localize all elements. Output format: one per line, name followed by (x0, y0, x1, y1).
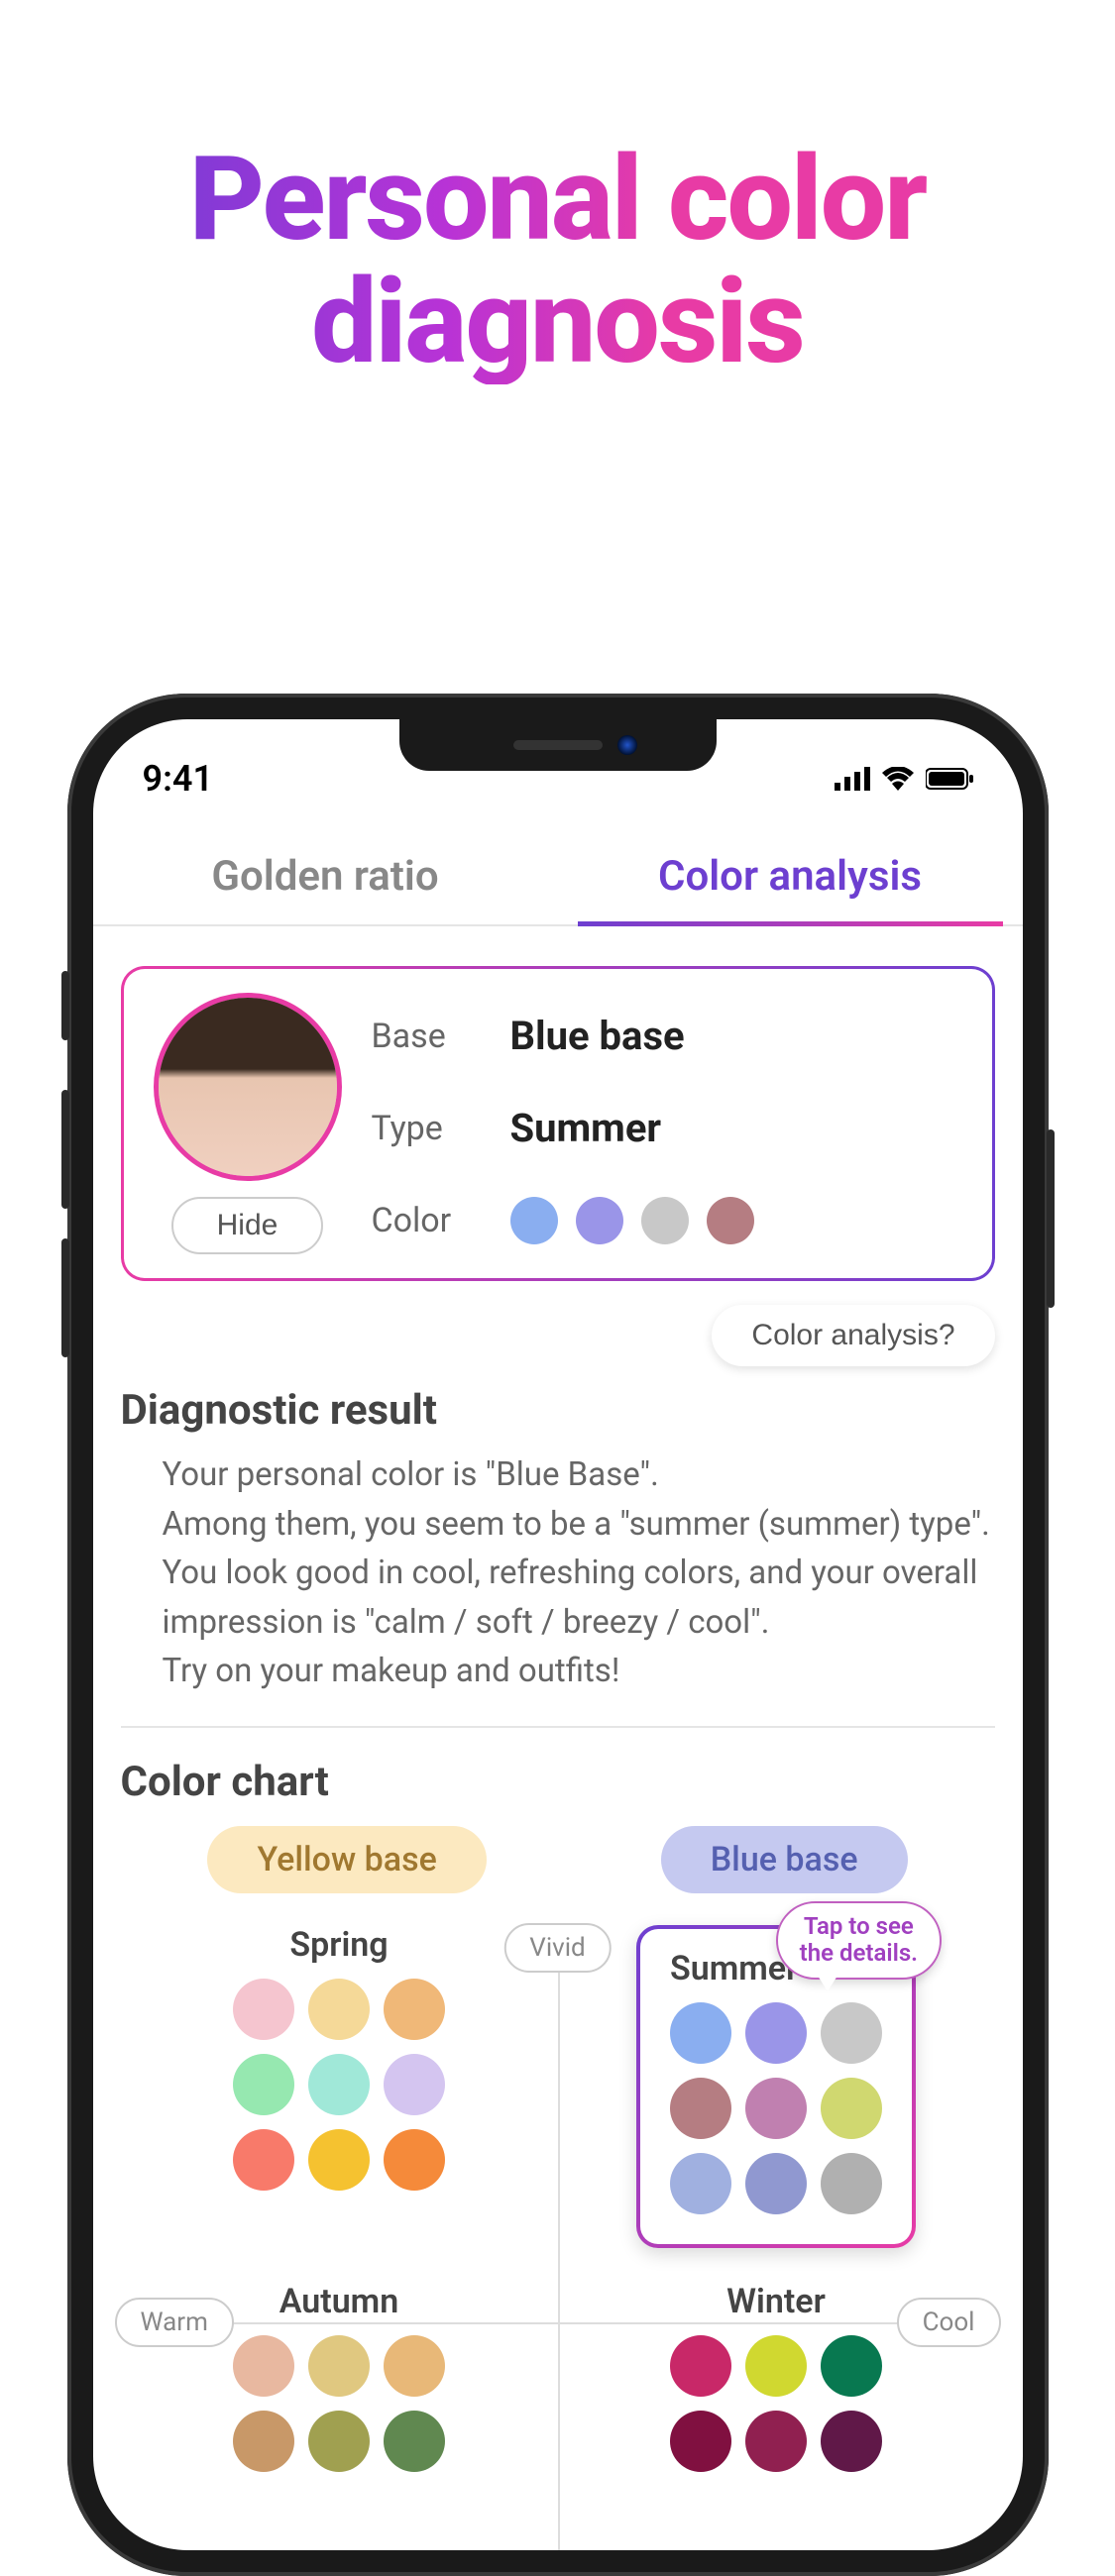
blue-base-pill: Blue base (661, 1826, 908, 1893)
phone-screen: 9:41 Golden ratio Color analysis (93, 719, 1023, 2550)
color-swatch[interactable] (745, 2078, 807, 2139)
cellular-icon (835, 767, 870, 791)
color-swatch[interactable] (308, 1979, 370, 2040)
color-swatch[interactable] (233, 2335, 294, 2397)
color-swatch[interactable] (821, 2078, 882, 2139)
base-value: Blue base (510, 1013, 754, 1059)
color-swatch[interactable] (384, 1979, 445, 2040)
color-swatch[interactable] (233, 2129, 294, 2191)
tab-golden-ratio[interactable]: Golden ratio (93, 828, 558, 924)
power-button (1047, 1129, 1055, 1308)
volume-up-button (61, 1090, 69, 1209)
status-time: 9:41 (143, 758, 214, 800)
quad-winter-title: Winter (726, 2282, 826, 2321)
color-swatch[interactable] (745, 2002, 807, 2064)
color-swatch[interactable] (670, 2411, 731, 2472)
phone-notch (399, 719, 717, 771)
color-swatch[interactable] (308, 2335, 370, 2397)
color-swatch[interactable] (745, 2335, 807, 2397)
color-label: Color (372, 1201, 481, 1240)
axis-vertical (558, 1929, 560, 2551)
hero-title: Personal color diagnosis (0, 139, 1115, 384)
silence-switch (61, 971, 69, 1040)
color-swatch[interactable] (670, 2153, 731, 2214)
user-photo[interactable] (154, 993, 342, 1181)
color-swatch[interactable] (670, 2002, 731, 2064)
color-dot (576, 1197, 623, 1244)
color-swatch[interactable] (384, 2054, 445, 2115)
tab-color-analysis[interactable]: Color analysis (558, 828, 1023, 924)
color-swatch[interactable] (745, 2411, 807, 2472)
quad-autumn-title: Autumn (279, 2282, 398, 2321)
tap-tooltip: Tap to seethe details. (776, 1901, 942, 1980)
color-dot (510, 1197, 558, 1244)
diagnostic-result-text: Your personal color is "Blue Base".Among… (163, 1450, 995, 1696)
color-chart-title: Color chart (121, 1758, 995, 1806)
axis-horizontal (121, 2322, 995, 2324)
color-chart: Yellow base Blue base Vivid Warm Cool Sp… (121, 1826, 995, 2551)
color-dot (641, 1197, 689, 1244)
color-swatch[interactable] (670, 2335, 731, 2397)
quad-summer[interactable]: Tap to seethe details. Summer (558, 1909, 995, 2266)
quad-spring[interactable]: Spring (121, 1909, 558, 2266)
base-label: Base (372, 1017, 481, 1056)
color-swatch[interactable] (233, 1979, 294, 2040)
quad-spring-title: Spring (289, 1925, 388, 1965)
result-color-dots (510, 1197, 754, 1244)
hide-button[interactable]: Hide (171, 1197, 324, 1254)
axis-label-warm: Warm (115, 2298, 234, 2347)
color-swatch[interactable] (233, 2411, 294, 2472)
color-swatch[interactable] (821, 2335, 882, 2397)
color-swatch[interactable] (821, 2411, 882, 2472)
axis-label-cool: Cool (897, 2298, 1001, 2347)
type-label: Type (372, 1109, 481, 1148)
color-swatch[interactable] (384, 2335, 445, 2397)
color-swatch[interactable] (821, 2002, 882, 2064)
yellow-base-pill: Yellow base (207, 1826, 486, 1893)
color-dot (707, 1197, 754, 1244)
color-swatch[interactable] (670, 2078, 731, 2139)
color-swatch[interactable] (384, 2129, 445, 2191)
phone-frame: 9:41 Golden ratio Color analysis (67, 694, 1049, 2576)
color-swatch[interactable] (308, 2129, 370, 2191)
color-analysis-help-button[interactable]: Color analysis? (712, 1305, 994, 1366)
battery-icon (926, 767, 973, 791)
axis-label-vivid: Vivid (503, 1923, 611, 1973)
color-swatch[interactable] (308, 2411, 370, 2472)
color-swatch[interactable] (384, 2411, 445, 2472)
type-value: Summer (510, 1105, 754, 1151)
wifi-icon (882, 767, 914, 791)
divider (121, 1726, 995, 1728)
tabs: Golden ratio Color analysis (93, 828, 1023, 926)
color-swatch[interactable] (233, 2054, 294, 2115)
volume-down-button (61, 1238, 69, 1357)
color-swatch[interactable] (308, 2054, 370, 2115)
color-swatch[interactable] (745, 2153, 807, 2214)
result-card: Hide Base Blue base Type Summer Color (121, 966, 995, 1281)
color-swatch[interactable] (821, 2153, 882, 2214)
diagnostic-result-title: Diagnostic result (121, 1386, 995, 1435)
